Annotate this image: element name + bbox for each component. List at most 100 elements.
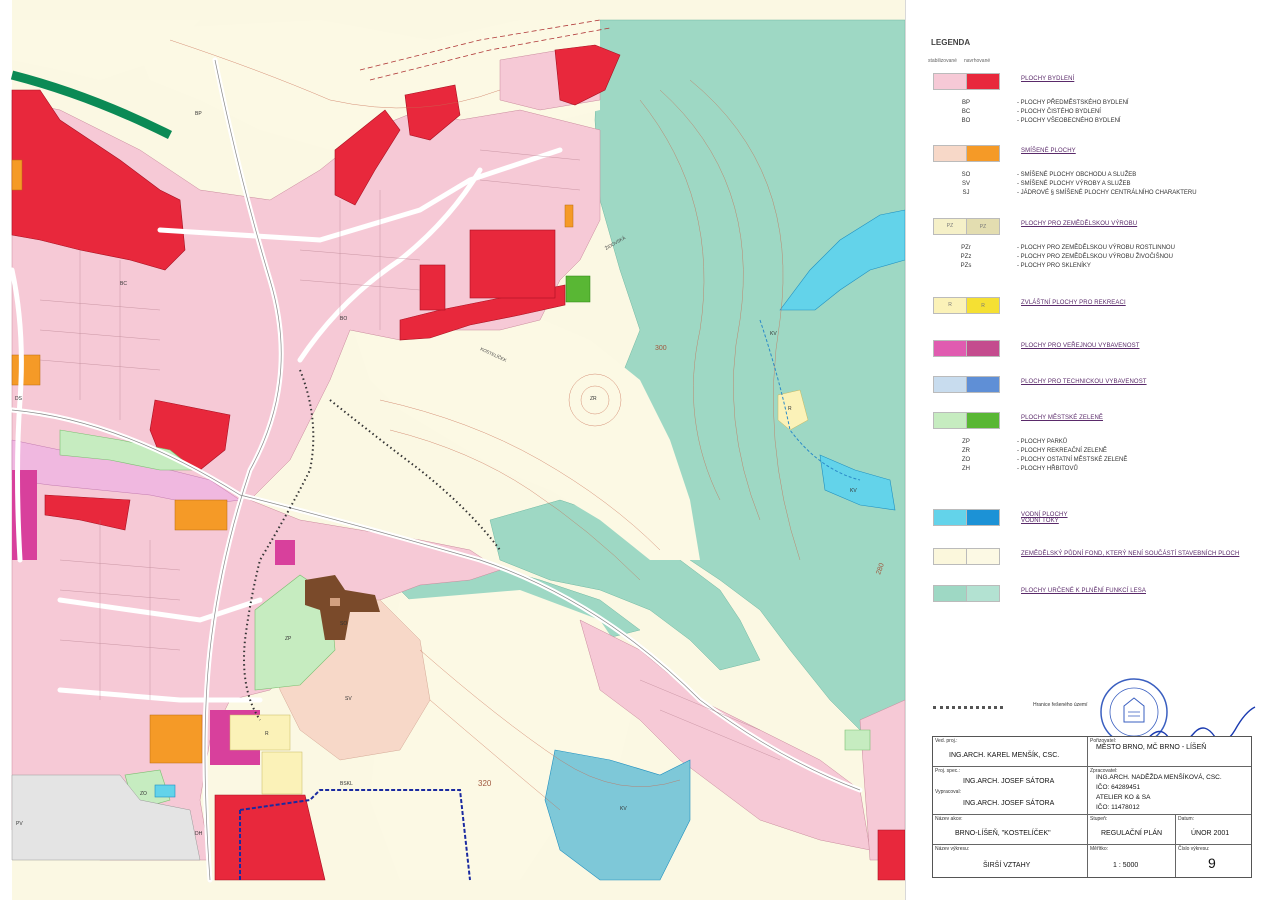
legend-subitem: ZR - PLOCHY REKREAČNÍ ZELENĚ (906, 448, 1280, 457)
legend-subitem-code: PZs (960, 263, 972, 269)
legend-label: PLOCHY PRO VEŘEJNOU VYBAVENOST (1021, 343, 1140, 349)
legend-swatch-existing: PZ (933, 218, 967, 235)
legend-swatch-existing: R (933, 297, 967, 314)
legend-swatch-existing (933, 376, 967, 393)
legend-subitem: PZz - PLOCHY PRO ZEMĚDĚLSKOU VÝROBU ŽIVOČ… (906, 254, 1280, 263)
legend-subitem: BP - PLOCHY PŘEDMĚSTSKÉHO BYDLENÍ (906, 100, 1280, 109)
land-use-map[interactable]: 320 280 300 ŽIDOVSKÁ KOSTELÍČEK BSKL BP … (0, 0, 905, 900)
legend-row: PLOCHY MĚSTSKÉ ZELENĚ (906, 412, 1280, 432)
boundary-line-sample (933, 706, 1003, 709)
legend-label: PLOCHY URČENÉ K PLNĚNÍ FUNKCÍ LESA (1021, 588, 1146, 594)
legend-subitem-desc: - PLOCHY PRO ZEMĚDĚLSKOU VÝROBU ROSTLINN… (1017, 245, 1175, 251)
legend-subitem-code: ZP (962, 439, 970, 445)
legend-label: PLOCHY PRO ZEMĚDĚLSKOU VÝROBU (1021, 221, 1138, 227)
legend-swatch-existing (933, 145, 967, 162)
legend-subitem-code: SV (961, 181, 970, 187)
legend-subitem-code: SO (961, 172, 971, 178)
legend-subitem: BC - PLOCHY ČISTÉHO BYDLENÍ (906, 109, 1280, 118)
legend-subitem-code: PZz (960, 254, 972, 260)
legend-subitem-code: BC (961, 109, 971, 115)
legend-label: VODNÍ PLOCHY VODNÍ TOKY (1021, 512, 1068, 524)
street-label-3: BSKL (340, 781, 353, 787)
zone-label-kv: KV (620, 806, 627, 812)
legend-row: SMÍŠENÉ PLOCHY (906, 145, 1280, 165)
zone-label-bc: BC (120, 281, 127, 287)
zone-label-zr: ZR (590, 396, 597, 402)
zone-label-zp: ZP (285, 636, 292, 642)
tb-proj-spec: Proj. spec.: ING.ARCH. JOSEF SÁTORA Vypr… (933, 767, 1088, 815)
legend-row: R R ZVLÁŠTNÍ PLOCHY PRO REKREACI (906, 297, 1280, 317)
tb-cislo: Číslo výkresu: 9 (1178, 846, 1216, 871)
legend-title: LEGENDA (931, 38, 971, 47)
zone-label-dh: DH (195, 831, 203, 837)
title-block: Ved. proj.: ING.ARCH. KAREL MENŠÍK, CSC.… (932, 736, 1252, 878)
contour-label-320: 320 (478, 779, 492, 788)
legend-col-existing: stabilizované (928, 58, 957, 64)
legend-label: PLOCHY PRO TECHNICKOU VYBAVENOST (1021, 379, 1147, 385)
legend-swatch-proposed: R (966, 297, 1000, 314)
legend-swatch-existing (933, 412, 967, 429)
legend-subitem-code: ZH (962, 466, 970, 472)
legend-subitem-desc: - JÁDROVÉ § SMÍŠENÉ PLOCHY CENTRÁLNÍHO C… (1017, 190, 1197, 196)
legend-subitem: PZs - PLOCHY PRO SKLENÍKY (906, 263, 1280, 272)
legend-swatch-existing (933, 340, 967, 357)
legend-subitem-desc: - PLOCHY PRO ZEMĚDĚLSKOU VÝROBU ŽIVOČIŠN… (1017, 254, 1173, 260)
zone-label-ds: DS (15, 396, 23, 402)
legend-label: SMÍŠENÉ PLOCHY (1021, 148, 1076, 154)
legend-swatch-proposed (966, 548, 1000, 565)
boundary-label: Hranice řešeného území (1033, 702, 1088, 708)
legend-subitem: ZP - PLOCHY PARKŮ (906, 439, 1280, 448)
legend-subitem-code: BO (961, 118, 971, 124)
legend-subitem-code: BP (961, 100, 970, 106)
zone-label-kv-3: KV (850, 488, 857, 494)
tb-ved-proj: Ved. proj.: ING.ARCH. KAREL MENŠÍK, CSC. (933, 737, 1088, 767)
contour-label-300: 300 (655, 345, 667, 352)
tb-nazev-akce: Název akce: BRNO-LÍŠEŇ, "KOSTELÍČEK" (933, 815, 1088, 845)
legend-row: PLOCHY PRO TECHNICKOU VYBAVENOST (906, 376, 1280, 396)
legend-swatch-existing (933, 548, 967, 565)
zone-label-pv: PV (16, 821, 23, 827)
legend-subitem: SV - SMÍŠENÉ PLOCHY VÝROBY A SLUŽEB (906, 181, 1280, 190)
legend-label: PLOCHY BYDLENÍ (1021, 76, 1075, 82)
legend-row: PZ PZ PLOCHY PRO ZEMĚDĚLSKOU VÝROBU (906, 218, 1280, 238)
legend-swatch-proposed (966, 340, 1000, 357)
zone-label-bp: BP (195, 111, 202, 117)
legend-subitem-desc: - PLOCHY HŘBITOVŮ (1017, 466, 1078, 472)
legend-subitem-desc: - PLOCHY OSTATNÍ MĚSTSKÉ ZELENĚ (1017, 457, 1128, 463)
legend-subitem: PZr - PLOCHY PRO ZEMĚDĚLSKOU VÝROBU ROSTL… (906, 245, 1280, 254)
legend-subitem-desc: - SMÍŠENÉ PLOCHY OBCHODU A SLUŽEB (1017, 172, 1137, 178)
legend-subitem-desc: - PLOCHY PŘEDMĚSTSKÉHO BYDLENÍ (1017, 100, 1129, 106)
legend-swatch-existing (933, 585, 967, 602)
legend-row: ZEMĚDĚLSKÝ PŮDNÍ FOND, KTERÝ NENÍ SOUČÁS… (906, 548, 1280, 568)
legend-swatch-existing (933, 509, 967, 526)
zone-label-sv: SV (345, 696, 352, 702)
legend-subitem-code: ZO (961, 457, 971, 463)
legend-subitem: SO - SMÍŠENÉ PLOCHY OBCHODU A SLUŽEB (906, 172, 1280, 181)
legend-subitem: SJ - JÁDROVÉ § SMÍŠENÉ PLOCHY CENTRÁLNÍHO… (906, 190, 1280, 199)
legend-row: PLOCHY BYDLENÍ (906, 73, 1280, 93)
tb-nazev-vykresu: Název výkresu: ŠIRŠÍ VZTAHY (933, 845, 1088, 877)
legend-swatch-code: R (948, 302, 952, 308)
legend-subitem-desc: - SMÍŠENÉ PLOCHY VÝROBY A SLUŽEB (1017, 181, 1131, 187)
legend-swatch-proposed (966, 376, 1000, 393)
zone-label-kv-2: KV (770, 331, 777, 337)
legend-subitem-desc: - PLOCHY REKREAČNÍ ZELENĚ (1017, 448, 1107, 454)
legend-col-proposed: navrhované (964, 58, 991, 64)
legend-label: ZVLÁŠTNÍ PLOCHY PRO REKREACI (1021, 300, 1126, 306)
legend-subitem-desc: - PLOCHY PRO SKLENÍKY (1017, 263, 1091, 269)
legend-swatch-proposed (966, 412, 1000, 429)
legend-swatch-existing (933, 73, 967, 90)
legend-subitem-code: PZr (961, 245, 971, 251)
legend-row: VODNÍ PLOCHY VODNÍ TOKY (906, 509, 1280, 529)
greenery-proposed (565, 275, 591, 303)
zone-label-r-2: R (788, 406, 792, 412)
legend-swatch-proposed (966, 73, 1000, 90)
legend-subitem: ZO - PLOCHY OSTATNÍ MĚSTSKÉ ZELENĚ (906, 457, 1280, 466)
zone-label-so: SO (340, 621, 347, 627)
legend-row: PLOCHY PRO VEŘEJNOU VYBAVENOST (906, 340, 1280, 360)
legend-label: PLOCHY MĚSTSKÉ ZELENĚ (1021, 415, 1104, 421)
tb-stupen: Stupeň: REGULAČNÍ PLÁN (1088, 815, 1176, 845)
legend-label: ZEMĚDĚLSKÝ PŮDNÍ FOND, KTERÝ NENÍ SOUČÁS… (1021, 551, 1240, 557)
legend-subitem: ZH - PLOCHY HŘBITOVŮ (906, 466, 1280, 475)
legend-row: PLOCHY URČENÉ K PLNĚNÍ FUNKCÍ LESA (906, 585, 1280, 605)
